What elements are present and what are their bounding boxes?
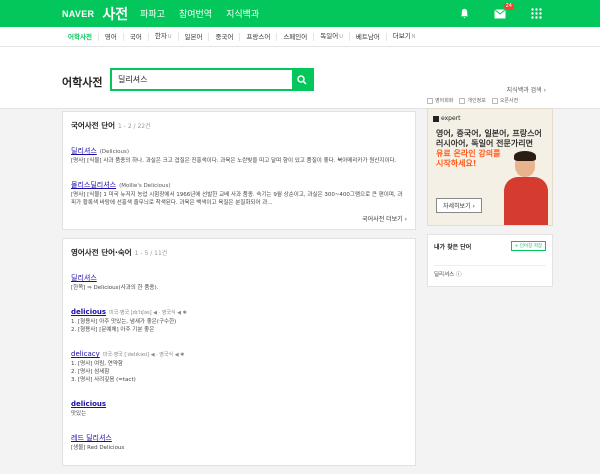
search-input[interactable] [112,70,292,89]
expert-logo: expert [433,115,460,122]
side-tab-conversation[interactable]: 영어회화 [427,97,453,104]
list-item: delicious 미국·영국 [dɪˈlɪʃəs] ◀ · 영국식 ◀ ✱ 1. … [71,299,407,334]
entry-definition: [명사] [식물] 1 미국 뉴저지 농업 시험장에서 1966년에 선발한 교… [71,192,403,206]
page-title: 어학사전 [62,76,103,89]
search-box [110,68,314,91]
entry-origin: (Mollie's Delicious) [119,183,171,189]
dictionary-tabs: 어학사전 영어 국어 한자U 일본어 중국어 프랑스어 스페인어 독일어U 베트남어 더보기N [0,27,600,47]
dictionary-tab[interactable]: 중국어 [209,32,241,41]
entry-title-link[interactable]: 몰리스딜리셔스 [71,180,116,190]
list-item: 딜리셔스 [한쪽] ⇒ Delicious(사과의 한 품종). [71,265,407,292]
my-words-panel: 내가 찾은 단어 + 단어장 저장 딜리셔스 ⓘ [427,234,553,287]
entry-title-link[interactable]: delicious [71,400,106,408]
sidebar: 영어회화 개인정보 오픈사전 expert 영어, 중국어, 일본어, 프랑스어… [427,97,553,287]
entry-title-link[interactable]: delicacy [71,350,100,358]
list-item: delicacy 미국·영국 [ˈdelɪkəsi] ◀ · 영국식 ◀ ✱ 1. … [71,341,407,384]
apps-grid-icon[interactable] [530,8,542,20]
save-to-wordbook-button[interactable]: + 단어장 저장 [510,241,546,251]
korean-dictionary-section: 국어사전 단어 1 - 2 / 22건 딜리셔스 (Delicious) [명사] [… [62,111,416,230]
entry-definition: 1. [형용사] 아주 맛있는, 냄새가 좋은(구수한) [71,319,177,325]
dictionary-brand[interactable]: 사전 [102,4,128,24]
naver-logo[interactable]: NAVER [62,9,94,19]
entry-definition: [한쪽] ⇒ Delicious(사과의 한 품종). [71,285,159,291]
entry-definition: 2. [형용사] [문예체] 아주 기분 좋은 [71,327,155,333]
encyclopedia-search-link[interactable]: 지식백과 검색 › [507,85,546,94]
my-word-item[interactable]: 딜리셔스 ⓘ [434,265,546,278]
list-item: 레드 딜리셔스 [생물] Red Delicious [71,425,407,452]
dictionary-tab[interactable]: 독일어U [314,32,350,41]
side-tab-open-dictionary[interactable]: 오픈사전 [492,97,518,104]
result-count: 1 - 5 / 11건 [134,250,168,257]
top-nav: 파파고 참여번역 지식백과 [140,7,259,20]
search-button[interactable] [292,70,312,89]
list-item: 딜리셔스 (Delicious) [명사] [식물] 사과 품종의 하나. 과실은 … [71,138,407,165]
dictionary-tab[interactable]: 일본어 [179,32,210,41]
bell-icon[interactable] [458,8,470,20]
entry-definition: [생물] Red Delicious [71,445,125,451]
dictionary-tab[interactable]: 어학사전 [62,32,99,41]
side-tabs: 영어회화 개인정보 오픈사전 [427,97,553,104]
side-tab-privacy[interactable]: 개인정보 [459,97,485,104]
dictionary-tab[interactable]: 스페인어 [277,32,315,41]
dictionary-tab[interactable]: 프랑스어 [240,32,278,41]
entry-origin: (Delicious) [99,149,130,155]
entry-definition: 2. [명사] 섬세함 [71,369,110,375]
dictionary-tab[interactable]: 영어 [99,32,124,41]
results-main: 국어사전 단어 1 - 2 / 22건 딜리셔스 (Delicious) [명사] [… [62,111,416,474]
ad-person-illustration [504,151,548,225]
entry-title-link[interactable]: delicious [71,308,106,316]
entry-definition: 1. [명사] 여림, 연약함 [71,361,123,367]
pronunciation[interactable]: 미국·영국 [dɪˈlɪʃəs] ◀ · 영국식 ◀ ✱ [109,310,187,316]
list-item: delicious 맛있는 [71,391,407,418]
ad-detail-button[interactable]: 자세히보기 › [436,198,482,213]
dictionary-tab[interactable]: 한자U [149,32,179,41]
search-icon [297,74,307,85]
dictionary-tab[interactable]: 더보기N [387,32,422,41]
top-nav-papago[interactable]: 파파고 [140,7,165,20]
expert-ad-banner[interactable]: expert 영어, 중국어, 일본어, 프랑스어 러시아어, 독일어 전문가리면… [427,108,553,226]
pronunciation[interactable]: 미국·영국 [ˈdelɪkəsi] ◀ · 영국식 ◀ ✱ [103,352,185,358]
entry-title-link[interactable]: 딜리셔스 [71,146,97,156]
mail-icon[interactable]: 24 [494,2,514,20]
dictionary-tab[interactable]: 국어 [124,32,149,41]
top-bar: NAVER 사전 파파고 참여번역 지식백과 24 [0,0,600,27]
section-title: 국어사전 단어 1 - 2 / 22건 [71,121,151,130]
section-title: 영어사전 단어·숙어 1 - 5 / 11건 [71,248,168,257]
top-nav-translate[interactable]: 참여번역 [179,7,212,20]
result-count: 1 - 2 / 22건 [118,123,151,130]
top-nav-encyclopedia[interactable]: 지식백과 [226,7,259,20]
english-dictionary-section: 영어사전 단어·숙어 1 - 5 / 11건 딜리셔스 [한쪽] ⇒ Delicio… [62,238,416,466]
mail-badge: 24 [503,2,514,10]
entry-definition: 맛있는 [71,411,87,417]
korean-more-link[interactable]: 국어사전 더보기 › [71,214,407,223]
my-words-title: 내가 찾은 단어 [434,243,472,251]
entry-title-link[interactable]: 레드 딜리셔스 [71,433,112,443]
list-item: 몰리스딜리셔스 (Mollie's Delicious) [명사] [식물] 1 미… [71,172,407,207]
entry-definition: [명사] [식물] 사과 품종의 하나. 과실은 크고 겹질은 진홍색이다. 과… [71,158,397,164]
entry-definition: 3. [명사] 사려깊음 (=tact) [71,377,136,383]
entry-title-link[interactable]: 딜리셔스 [71,273,97,283]
dictionary-tab[interactable]: 베트남어 [350,32,387,41]
